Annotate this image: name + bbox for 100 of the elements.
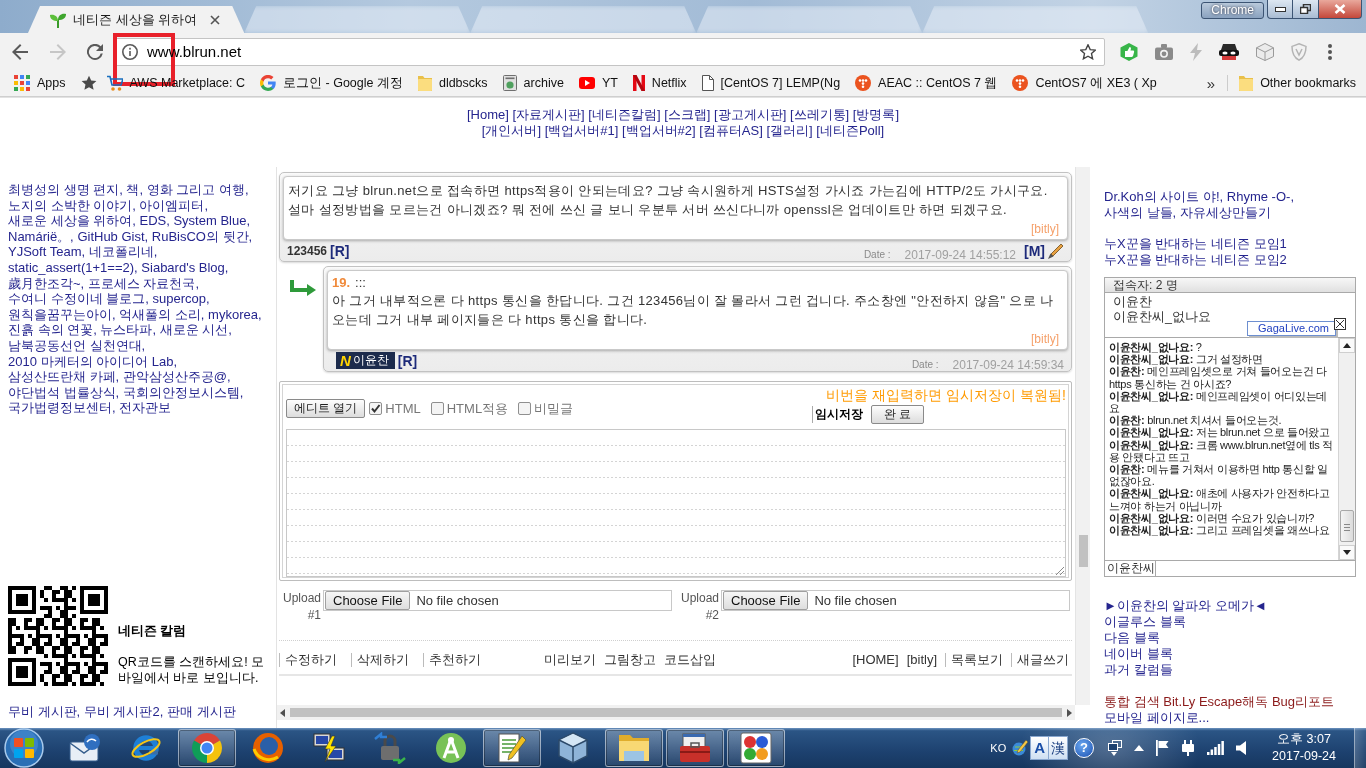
close-icon[interactable] bbox=[1334, 318, 1346, 330]
nav-link[interactable]: [쓰레기통] bbox=[789, 107, 850, 122]
site-link[interactable]: Dr.Koh의 사이트 야!, bbox=[1104, 189, 1224, 204]
action-link[interactable]: 추천하기 bbox=[423, 653, 481, 667]
site-link[interactable]: Siabard's Blog, bbox=[141, 259, 229, 275]
site-link[interactable]: mykorea, bbox=[208, 306, 262, 322]
bookmark[interactable]: YT bbox=[573, 72, 623, 94]
signal-icon[interactable] bbox=[1207, 741, 1225, 755]
bookmark[interactable]: AEAC :: CentOS 7 웹 bbox=[850, 72, 1003, 94]
tool-link[interactable]: Bit.Ly Escape해독 bbox=[1163, 694, 1269, 709]
open-editor-button[interactable]: 에디트 열기 bbox=[286, 399, 366, 418]
show-desktop-button[interactable] bbox=[1354, 728, 1366, 768]
nav-link[interactable]: [스크랩] bbox=[664, 107, 711, 122]
checkbox[interactable] bbox=[430, 402, 444, 415]
language-indicator[interactable]: KO bbox=[990, 742, 1007, 754]
site-link[interactable]: 2010 마케터의 아이디어 Lab, bbox=[8, 353, 178, 369]
windows-arrow-icon[interactable] bbox=[1108, 740, 1123, 756]
board-link[interactable]: 무비 게시판2, bbox=[83, 704, 164, 720]
nav-link[interactable]: [백업서버#1] bbox=[544, 123, 619, 138]
site-link[interactable]: 진흙 속의 연꽃, bbox=[8, 322, 97, 338]
site-link[interactable]: static_assert(1+1==2), bbox=[8, 259, 138, 275]
blog-link[interactable]: 네이버 블록 bbox=[1104, 646, 1173, 661]
site-link[interactable]: YJSoft Team, bbox=[8, 244, 86, 260]
action-link[interactable]: 코드삽입 bbox=[664, 653, 716, 667]
site-link[interactable]: 사색의 날들, bbox=[1104, 205, 1177, 220]
taskbar-button[interactable] bbox=[178, 729, 236, 767]
reload-icon[interactable] bbox=[87, 43, 103, 60]
speaker-icon[interactable] bbox=[1236, 741, 1247, 755]
tool-link[interactable]: 통합 검색 bbox=[1104, 694, 1160, 709]
action-link[interactable]: 새글쓰기 bbox=[1011, 653, 1069, 667]
action-link[interactable]: [bitly] bbox=[906, 653, 937, 667]
nav-link[interactable]: [개인서버] bbox=[481, 123, 541, 138]
scroll-thumb[interactable] bbox=[1340, 510, 1354, 542]
site-link[interactable]: 전자관보 bbox=[119, 400, 172, 416]
tab-close-icon[interactable] bbox=[210, 14, 221, 25]
bookmark-folder[interactable]: Other bookmarks bbox=[1234, 72, 1361, 94]
blog-link[interactable]: 과거 칼럼들 bbox=[1104, 662, 1173, 677]
pencil-icon[interactable] bbox=[1048, 242, 1064, 259]
info-icon[interactable] bbox=[122, 43, 138, 60]
group-link[interactable]: 누X꾼을 반대하는 네티즌 모임2 bbox=[1104, 252, 1287, 267]
site-link[interactable]: EDS, bbox=[139, 213, 170, 229]
site-link[interactable]: supercop, bbox=[152, 291, 210, 307]
bookmarks-overflow-button[interactable]: » bbox=[1200, 74, 1222, 92]
site-link[interactable]: 수여니 수정이네 블로그, bbox=[8, 291, 149, 307]
site-link[interactable]: RuBisCO의 뒷간, bbox=[151, 228, 253, 244]
horizontal-scrollbar[interactable] bbox=[277, 705, 1075, 720]
action-link[interactable]: 수정하기 bbox=[279, 653, 337, 667]
restore-button[interactable] bbox=[1293, 0, 1319, 19]
board-link[interactable]: 무비 게시판, bbox=[8, 704, 81, 720]
site-link[interactable]: 원칙을꿈꾸는아이, bbox=[8, 306, 116, 322]
bookmark[interactable]: 로그인 - Google 계정 bbox=[255, 72, 408, 94]
blog-link[interactable]: ►이윤찬의 알파와 오메가◄ bbox=[1104, 598, 1267, 613]
reply-link[interactable]: [R] bbox=[330, 242, 350, 259]
nav-link[interactable]: [네티즌Poll] bbox=[816, 123, 885, 138]
file-field[interactable]: Choose File No file chosen bbox=[323, 590, 672, 611]
scroll-thumb[interactable] bbox=[290, 708, 1062, 717]
nav-link[interactable]: [Home] bbox=[466, 107, 509, 122]
action-link[interactable]: 그림창고 bbox=[604, 653, 656, 667]
done-button[interactable]: 완 료 bbox=[870, 405, 924, 424]
action-link[interactable]: [HOME] bbox=[852, 653, 899, 667]
taskbar-button[interactable] bbox=[727, 729, 785, 767]
plug-icon[interactable] bbox=[1181, 740, 1196, 756]
nav-link[interactable]: [네티즌칼럼] bbox=[588, 107, 661, 122]
modify-link[interactable]: [M] bbox=[1024, 242, 1045, 259]
checkbox[interactable] bbox=[518, 402, 532, 415]
tool-link[interactable]: Bug리포트 bbox=[1271, 694, 1335, 709]
hanja-button[interactable]: 漢 bbox=[1049, 736, 1069, 760]
site-link[interactable]: 삼성산뜨란채 카페, bbox=[8, 369, 120, 385]
pen-globe-icon[interactable] bbox=[1012, 740, 1029, 756]
chat-scrollbar[interactable] bbox=[1338, 338, 1355, 560]
nav-link[interactable]: [컴퓨터AS] bbox=[699, 123, 763, 138]
spy-mask-icon[interactable] bbox=[1219, 43, 1239, 60]
scroll-down-icon[interactable] bbox=[1343, 550, 1351, 555]
site-link[interactable]: 책, 영화 그리고 여행, bbox=[126, 182, 249, 197]
site-link[interactable]: 아이엠피터, bbox=[139, 197, 209, 213]
taskbar-button[interactable] bbox=[605, 729, 663, 767]
scroll-left-icon[interactable] bbox=[280, 708, 285, 717]
flag-icon[interactable] bbox=[1156, 740, 1170, 756]
minimize-button[interactable] bbox=[1267, 0, 1293, 19]
chat-provider-link[interactable]: GagaLive.com bbox=[1247, 321, 1336, 336]
nav-link[interactable]: [갤러리] bbox=[766, 123, 813, 138]
site-link[interactable]: System Blue, bbox=[173, 213, 251, 229]
site-link[interactable]: 야단법석 법률상식, bbox=[8, 384, 120, 400]
site-link[interactable]: 새로운 시선, bbox=[159, 322, 232, 338]
camera-icon[interactable] bbox=[1155, 43, 1173, 60]
scroll-thumb[interactable] bbox=[1079, 535, 1088, 567]
group-link[interactable]: 누X꾼을 반대하는 네티즌 모임1 bbox=[1104, 236, 1287, 251]
more-menu-icon[interactable] bbox=[1328, 43, 1332, 60]
site-link[interactable]: 뉴스타파, bbox=[100, 322, 157, 338]
nav-link[interactable]: [백업서버#2] bbox=[621, 123, 696, 138]
vertical-scrollbar[interactable] bbox=[1075, 167, 1090, 705]
close-button[interactable] bbox=[1319, 0, 1362, 19]
file-field[interactable]: Choose File No file chosen bbox=[721, 590, 1070, 611]
site-link[interactable]: Rhyme -O-, bbox=[1226, 189, 1294, 204]
site-link[interactable]: 국회의안정보시스템, bbox=[122, 384, 244, 400]
site-link[interactable]: 프로세스 자료천국, bbox=[87, 275, 200, 291]
site-link[interactable]: 네코폴리네, bbox=[88, 244, 158, 260]
action-link[interactable]: 미리보기 bbox=[544, 653, 596, 667]
site-link[interactable]: 관악삼성산주공@, bbox=[122, 369, 231, 385]
taskbar-button[interactable] bbox=[666, 729, 724, 767]
